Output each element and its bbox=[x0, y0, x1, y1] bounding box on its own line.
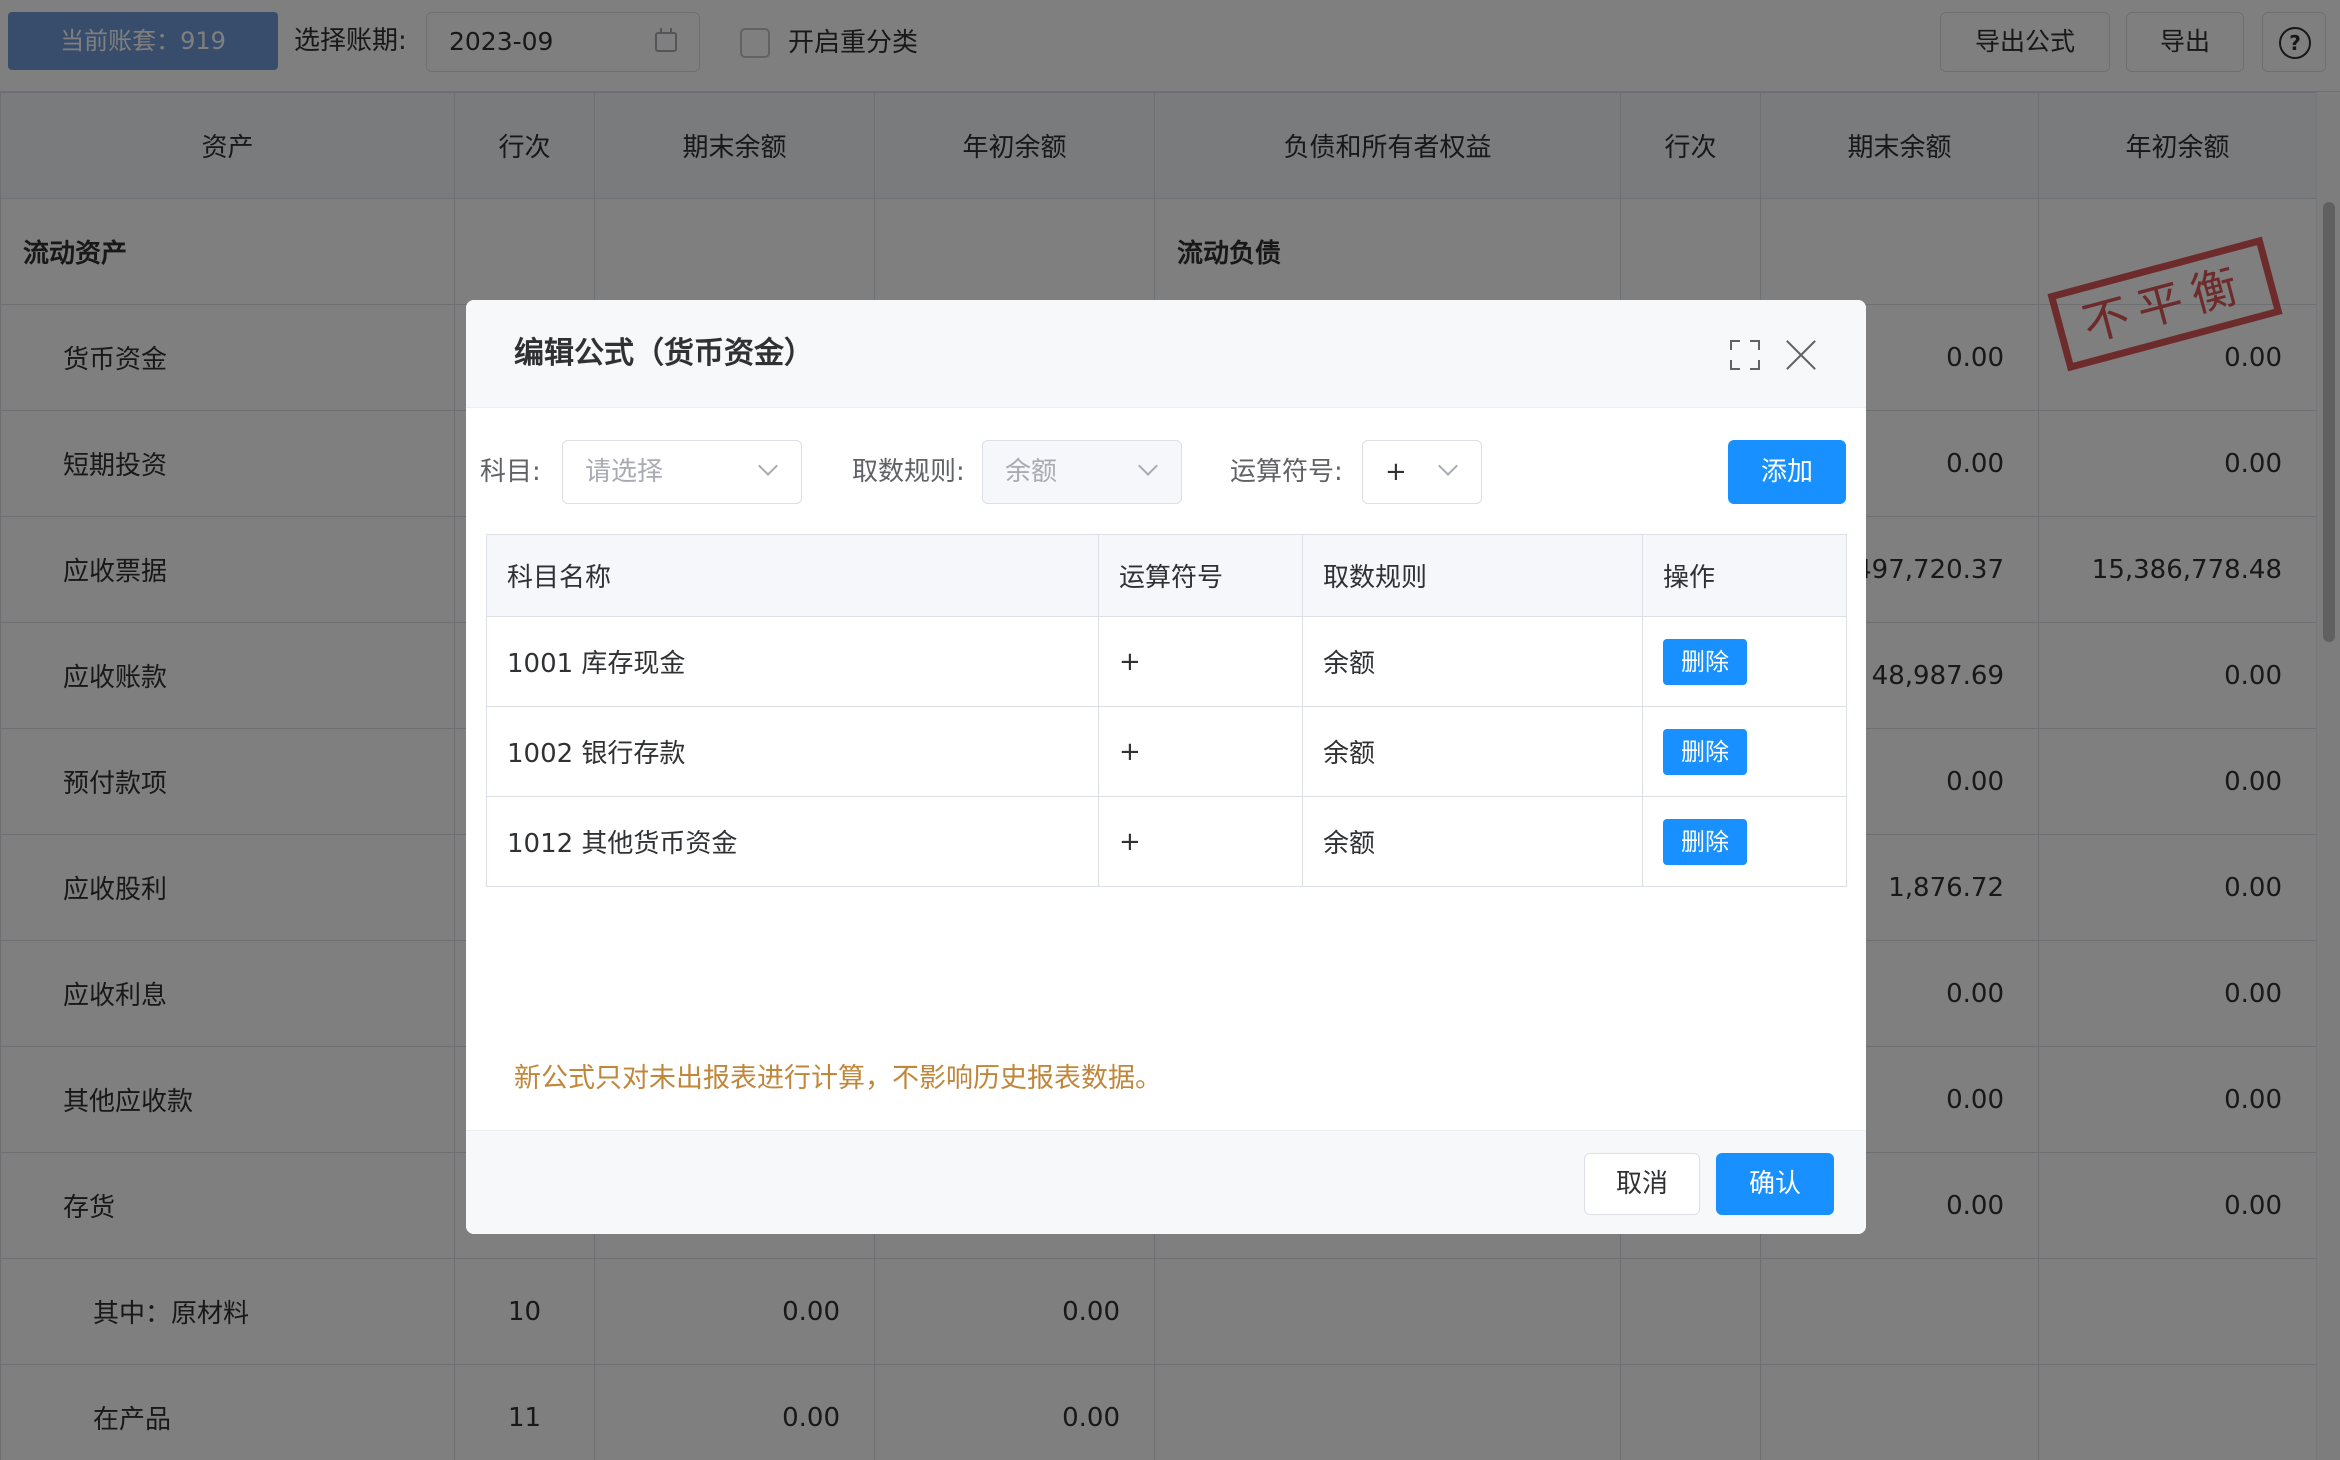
rule-select: 余额 bbox=[982, 440, 1182, 504]
table-row: 1002 银行存款 + 余额 删除 bbox=[486, 706, 1847, 797]
column-header: 取数规则 bbox=[1302, 534, 1643, 617]
fullscreen-icon[interactable] bbox=[1730, 340, 1760, 370]
action-cell: 删除 bbox=[1642, 616, 1847, 707]
subject-name: 1012 其他货币资金 bbox=[486, 796, 1099, 887]
column-header: 科目名称 bbox=[486, 534, 1099, 617]
subject-label: 科目: bbox=[480, 457, 541, 487]
operator-select[interactable]: + bbox=[1362, 440, 1482, 504]
dialog-footer: 取消 确认 bbox=[466, 1130, 1866, 1234]
action-cell: 删除 bbox=[1642, 796, 1847, 887]
operator-label: 运算符号: bbox=[1230, 457, 1343, 487]
formula-table: 科目名称 运算符号 取数规则 操作 1001 库存现金 + 余额 删除 1002… bbox=[486, 534, 1847, 887]
fetch-rule: 余额 bbox=[1302, 796, 1643, 887]
dialog-title: 编辑公式（货币资金） bbox=[514, 336, 814, 371]
chevron-down-icon bbox=[1438, 456, 1458, 476]
chevron-down-icon bbox=[1138, 456, 1158, 476]
fetch-rule: 余额 bbox=[1302, 706, 1643, 797]
formula-note: 新公式只对未出报表进行计算，不影响历史报表数据。 bbox=[514, 1063, 1162, 1094]
table-row: 1012 其他货币资金 + 余额 删除 bbox=[486, 796, 1847, 887]
formula-header-row: 科目名称 运算符号 取数规则 操作 bbox=[486, 534, 1847, 617]
delete-button[interactable]: 删除 bbox=[1663, 818, 1747, 865]
rule-label: 取数规则: bbox=[852, 457, 965, 487]
subject-name: 1002 银行存款 bbox=[486, 706, 1099, 797]
close-icon[interactable] bbox=[1784, 338, 1818, 372]
column-header: 操作 bbox=[1642, 534, 1847, 617]
chevron-down-icon bbox=[758, 456, 778, 476]
confirm-button[interactable]: 确认 bbox=[1716, 1153, 1834, 1215]
subject-select[interactable]: 请选择 bbox=[562, 440, 802, 504]
delete-button[interactable]: 删除 bbox=[1663, 728, 1747, 775]
operator-value: + bbox=[1385, 457, 1407, 487]
operator: + bbox=[1098, 616, 1303, 707]
fetch-rule: 余额 bbox=[1302, 616, 1643, 707]
subject-name: 1001 库存现金 bbox=[486, 616, 1099, 707]
delete-button[interactable]: 删除 bbox=[1663, 638, 1747, 685]
rule-value: 余额 bbox=[1005, 457, 1058, 487]
cancel-button[interactable]: 取消 bbox=[1584, 1153, 1700, 1215]
edit-formula-dialog: 编辑公式（货币资金） 科目: 请选择 取数规则: 余额 运算符号: + 添加 科… bbox=[466, 300, 1866, 1234]
column-header: 运算符号 bbox=[1098, 534, 1303, 617]
operator: + bbox=[1098, 796, 1303, 887]
action-cell: 删除 bbox=[1642, 706, 1847, 797]
operator: + bbox=[1098, 706, 1303, 797]
add-button[interactable]: 添加 bbox=[1728, 440, 1846, 504]
subject-placeholder: 请选择 bbox=[585, 457, 664, 487]
dialog-header: 编辑公式（货币资金） bbox=[466, 300, 1866, 408]
table-row: 1001 库存现金 + 余额 删除 bbox=[486, 616, 1847, 707]
